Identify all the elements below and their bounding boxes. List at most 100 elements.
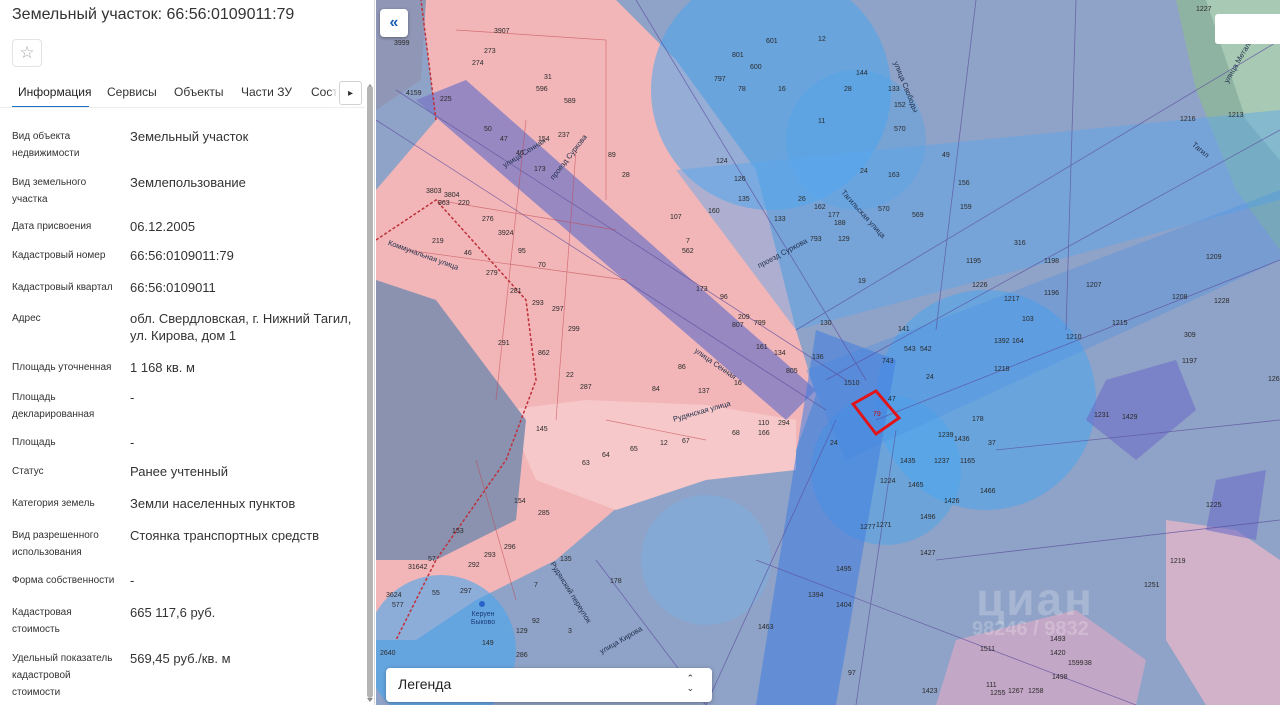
property-label: Форма собственности [12, 575, 115, 586]
parcel-number: 225 [440, 96, 452, 103]
parcel-number: 145 [536, 426, 548, 433]
parcel-number: 68 [732, 430, 740, 437]
parcel-number: 1218 [994, 366, 1010, 373]
parcel-number: 16 [778, 86, 786, 93]
parcel-number: 78 [738, 86, 746, 93]
parcel-number: 1429 [1122, 414, 1138, 421]
property-label: Адрес [12, 313, 41, 324]
parcel-number: 801 [732, 52, 744, 59]
scrollbar-thumb[interactable] [367, 86, 373, 698]
parcel-number: 188 [834, 220, 846, 227]
parcel-number: 1217 [1004, 296, 1020, 303]
property-value: обл. Свердловская, г. Нижний Тагил, ул. … [130, 311, 352, 343]
panel-scrollbar[interactable] [366, 84, 374, 704]
parcel-number: 129 [838, 236, 850, 243]
parcel-number: 562 [682, 248, 694, 255]
property-value: 665 117,6 руб. [130, 605, 216, 620]
scroll-down-icon[interactable] [367, 698, 373, 702]
parcel-number: 1262 [1268, 376, 1280, 383]
parcel-number: 219 [432, 238, 444, 245]
parcel-number: 47 [888, 396, 896, 403]
parcel-number: 166 [758, 430, 770, 437]
parcel-number: 84 [652, 386, 660, 393]
poi-label[interactable]: Керуен Быково [468, 611, 498, 627]
info-panel: Земельный участок: 66:56:0109011:79 ☆ Ин… [0, 0, 375, 705]
parcel-number: 3924 [498, 230, 514, 237]
property-label: Кадастровый номер [12, 250, 106, 261]
parcel-number: 96 [720, 294, 728, 301]
parcel-number: 37 [988, 440, 996, 447]
parcel-number: 177 [828, 212, 840, 219]
tab-information[interactable]: Информация [18, 85, 91, 99]
parcel-number: 3804 [444, 192, 460, 199]
property-value: Ранее учтенный [130, 464, 228, 479]
map-canvas[interactable] [376, 0, 1280, 705]
selected-parcel-label[interactable]: 79 [873, 411, 881, 419]
parcel-number: 67 [682, 438, 690, 445]
parcel-number: 124 [716, 158, 728, 165]
parcel-number: 57 [428, 556, 436, 563]
parcel-number: 1219 [1170, 558, 1186, 565]
property-value: - [130, 573, 135, 588]
parcel-number: 63 [582, 460, 590, 467]
map-search-box[interactable] [1215, 14, 1280, 44]
parcel-number: 1267 [1008, 688, 1024, 695]
parcel-number: 1213 [1228, 112, 1244, 119]
parcel-number: 285 [538, 510, 550, 517]
parcel-number: 1404 [836, 602, 852, 609]
tabs-scroll-right-button[interactable]: ▸ [339, 81, 362, 105]
parcel-number: 1210 [1066, 334, 1082, 341]
parcel-number: 111 [986, 682, 997, 689]
parcel-number: 7 [534, 582, 538, 589]
parcel-number: 793 [810, 236, 822, 243]
parcel-number: 7 [686, 238, 690, 245]
parcel-number: 600 [750, 64, 762, 71]
tab-services[interactable]: Сервисы [107, 85, 157, 99]
parcel-number: 135 [738, 196, 750, 203]
parcel-number: 3803 [426, 188, 442, 195]
poi-marker-icon[interactable] [479, 601, 485, 607]
parcel-number: 276 [482, 216, 494, 223]
parcel-number: 1599 [1068, 660, 1084, 667]
parcel-number: 24 [926, 374, 934, 381]
parcel-number: 1227 [1196, 6, 1212, 13]
parcel-number: 543 [904, 346, 916, 353]
parcel-number: 153 [452, 528, 464, 535]
parcel-number: 1195 [966, 258, 982, 265]
parcel-number: 296 [504, 544, 516, 551]
parcel-number: 1427 [920, 550, 936, 557]
parcel-number: 110 [758, 420, 770, 427]
parcel-number: 22 [566, 372, 574, 379]
parcel-number: 1198 [1044, 258, 1060, 265]
parcel-number: 24 [830, 440, 838, 447]
collapse-panel-button[interactable]: « [380, 9, 408, 37]
parcel-number: 1239 [938, 432, 954, 439]
tab-objects[interactable]: Объекты [174, 85, 224, 99]
legend-dropdown[interactable]: Легенда ⌃ ⌄ [386, 668, 712, 702]
parcel-number: 237 [558, 132, 570, 139]
parcel-number: 577 [392, 602, 404, 609]
parcel-number: 46 [464, 250, 472, 257]
parcel-number: 28 [622, 172, 630, 179]
parcel-number: 154 [514, 498, 526, 505]
parcel-number: 16 [734, 380, 742, 387]
tab-land-parts[interactable]: Части ЗУ [241, 85, 292, 99]
parcel-number: 1394 [808, 592, 824, 599]
parcel-number: 137 [698, 388, 710, 395]
parcel-number: 141 [898, 326, 910, 333]
parcel-number: 95 [518, 248, 526, 255]
parcel-number: 293 [532, 300, 544, 307]
parcel-number: 126 [734, 176, 746, 183]
favorite-button[interactable]: ☆ [12, 39, 42, 67]
parcel-number: 1216 [1180, 116, 1196, 123]
parcel-number: 1498 [1052, 674, 1068, 681]
cadastral-map[interactable]: улица Сенная улица Сенная Коммунальная у… [376, 0, 1280, 705]
parcel-number: 107 [670, 214, 682, 221]
parcel-number: 279 [486, 270, 498, 277]
parcel-number: 596 [536, 86, 548, 93]
parcel-number: 11 [818, 118, 826, 125]
tab-bar: Информация Сервисы Объекты Части ЗУ Сост… [0, 78, 365, 108]
parcel-number: 1207 [1086, 282, 1102, 289]
parcel-number: 1226 [972, 282, 988, 289]
parcel-number: 1392 [994, 338, 1010, 345]
